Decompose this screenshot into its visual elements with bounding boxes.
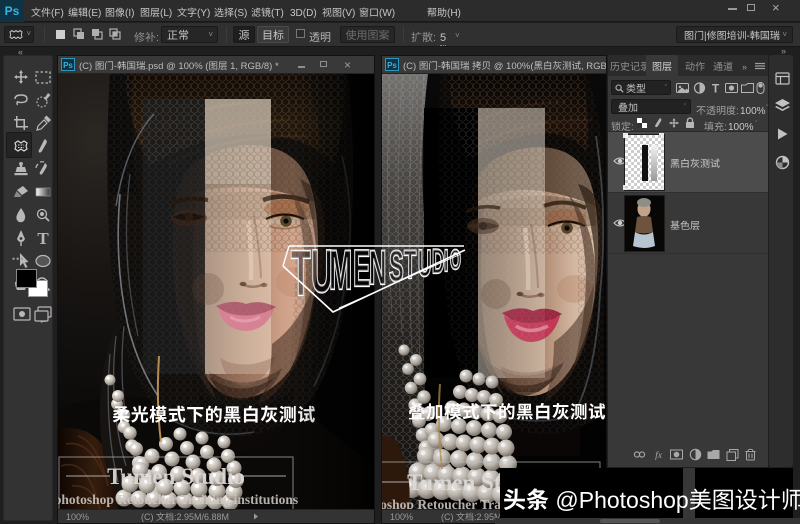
svg-text:O: O — [450, 244, 461, 276]
svg-text:photoshop Retoucher Training i: photoshop Retoucher Training institution… — [58, 492, 298, 507]
svg-text:U: U — [418, 244, 431, 284]
svg-text:T: T — [37, 229, 49, 248]
svg-text:fx: fx — [655, 450, 663, 461]
svg-text:叠加模式下的黑白灰测试: 叠加模式下的黑白灰测试 — [408, 399, 606, 424]
svg-text:T: T — [404, 241, 416, 287]
svg-text:E: E — [353, 240, 370, 297]
svg-text:T: T — [712, 82, 720, 94]
svg-text:Tumen Studio: Tumen Studio — [107, 464, 245, 489]
svg-text:D: D — [432, 243, 444, 281]
svg-text:柔光模式下的黑白灰测试: 柔光模式下的黑白灰测试 — [112, 401, 316, 427]
svg-text:M: M — [329, 240, 352, 302]
svg-text:T: T — [291, 240, 311, 309]
